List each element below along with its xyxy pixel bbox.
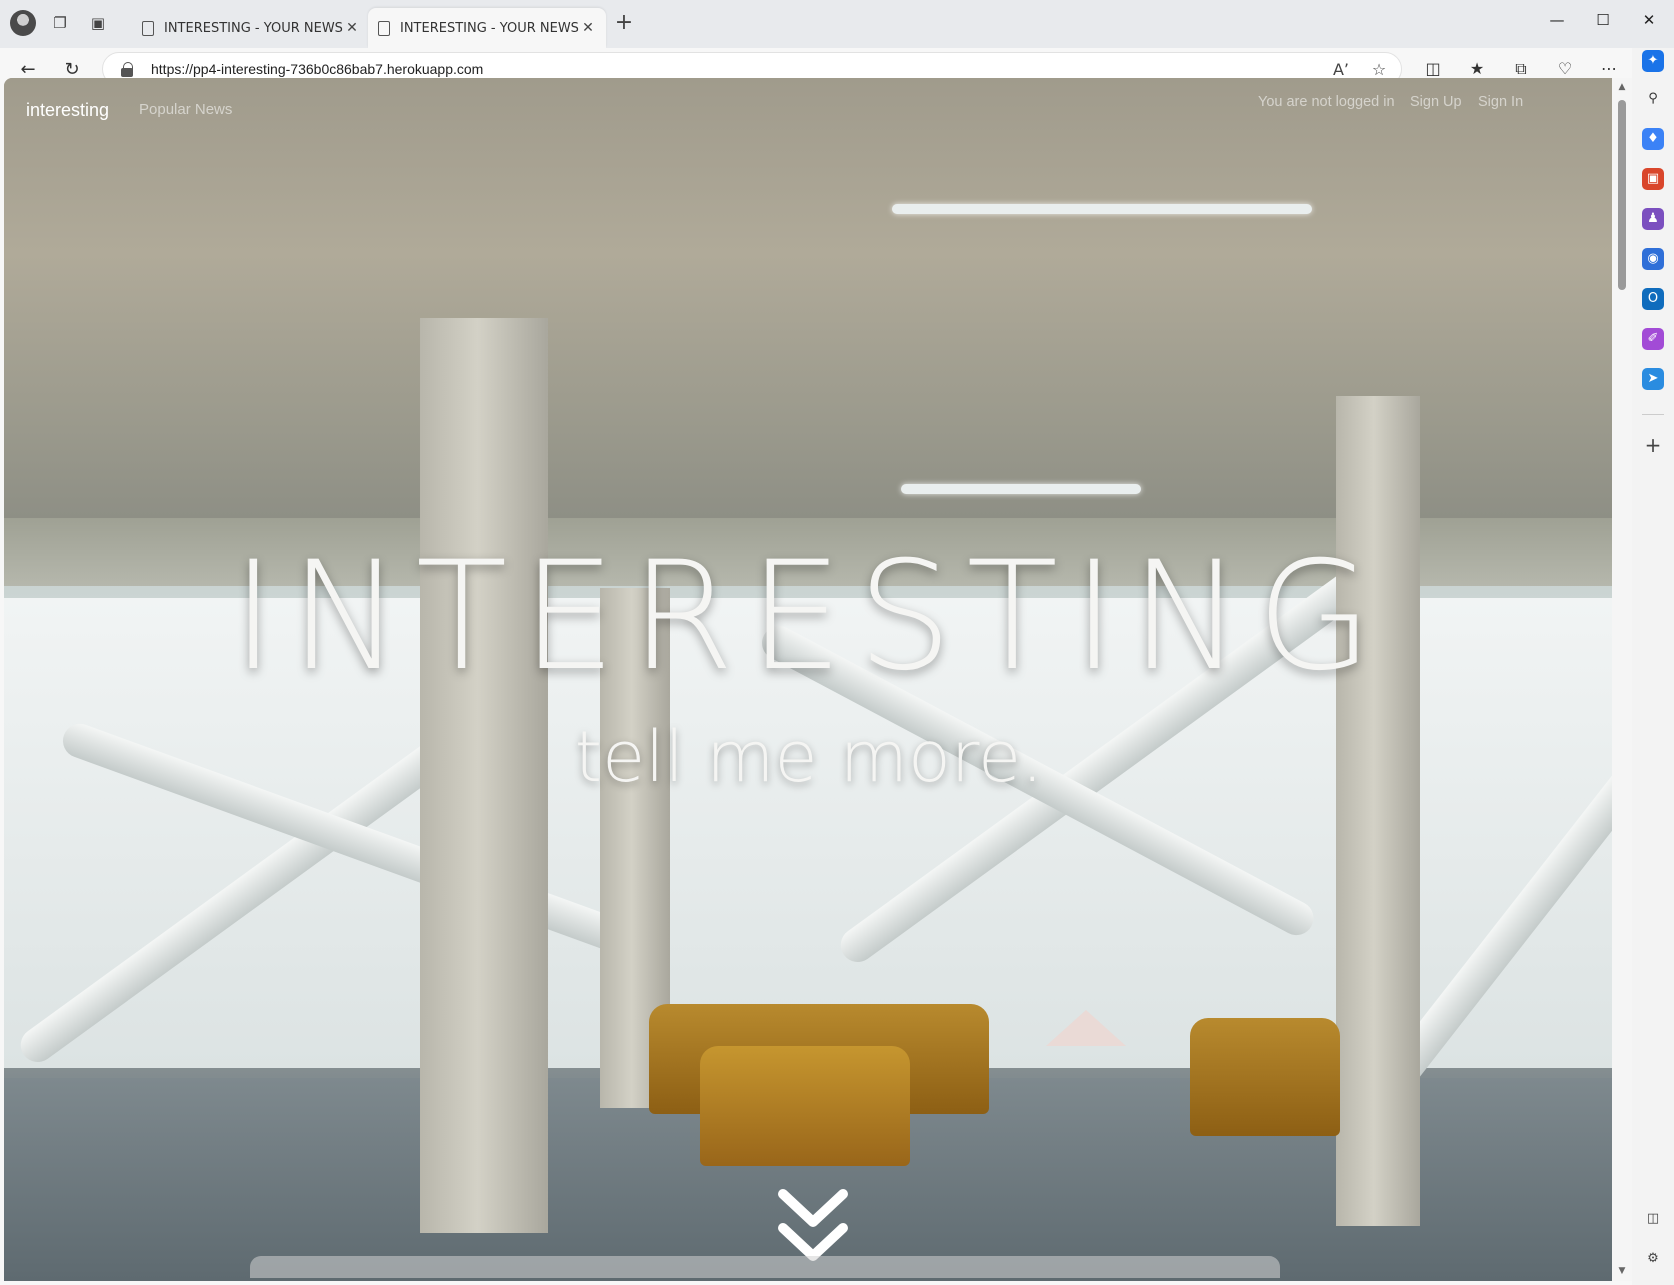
hide-sidebar-icon[interactable]: ◫ (1642, 1208, 1664, 1230)
designer-icon[interactable]: ✐ (1642, 328, 1664, 350)
nav-popular-news[interactable]: Popular News (139, 101, 232, 118)
close-window-button[interactable]: ✕ (1626, 6, 1672, 34)
minimize-button[interactable]: — (1534, 6, 1580, 34)
scrollbar-thumb[interactable] (1618, 100, 1626, 290)
close-icon[interactable]: ✕ (344, 20, 360, 36)
edge-sidebar: ✦ ⚲ ♦ ▣ ♟ ◉ O ✐ ➤ + ◫ ⚙ (1632, 48, 1674, 1285)
site-brand[interactable]: interesting (26, 100, 109, 121)
games-icon[interactable]: ♟ (1642, 208, 1664, 230)
nav-sign-in[interactable]: Sign In (1478, 94, 1523, 110)
browser-window: ❐ ▣ INTERESTING - YOUR NEWS FIX ✕ INTERE… (0, 0, 1674, 1285)
profile-avatar[interactable] (10, 10, 36, 36)
scroll-down-arrow-icon[interactable]: ▼ (1617, 1266, 1627, 1276)
page-icon (378, 20, 390, 36)
nav-sign-up[interactable]: Sign Up (1410, 94, 1462, 110)
tab-title: INTERESTING - YOUR NEWS FIX (400, 20, 580, 36)
tab-actions-icon[interactable]: ▣ (87, 12, 109, 34)
sidebar-divider (1642, 414, 1664, 415)
lock-icon[interactable] (121, 62, 133, 77)
tag-icon[interactable]: ♦ (1642, 128, 1664, 150)
hero-lamp (1046, 1010, 1126, 1046)
hero-light-1 (892, 204, 1312, 214)
login-status: You are not logged in (1258, 94, 1395, 110)
settings-gear-icon[interactable]: ⚙ (1642, 1248, 1664, 1270)
vertical-scrollbar[interactable]: ▲ ▼ (1612, 78, 1632, 1281)
tab-title: INTERESTING - YOUR NEWS FIX (164, 20, 344, 36)
hero-pillar-right (1336, 396, 1420, 1226)
tab-2[interactable]: INTERESTING - YOUR NEWS FIX ✕ (368, 8, 606, 48)
briefcase-icon[interactable]: ▣ (1642, 168, 1664, 190)
hero-subtitle: tell me more. (574, 716, 1044, 798)
url-text[interactable]: https://pp4-interesting-736b0c86bab7.her… (151, 61, 483, 77)
hero-armchair-2 (1190, 1018, 1340, 1136)
workspaces-icon[interactable]: ❐ (49, 12, 71, 34)
web-page: interesting Popular News You are not log… (4, 78, 1614, 1281)
close-icon[interactable]: ✕ (580, 20, 596, 36)
send-icon[interactable]: ➤ (1642, 368, 1664, 390)
add-icon[interactable]: + (1642, 434, 1664, 456)
copilot-icon[interactable]: ✦ (1642, 50, 1664, 72)
hero-armchair-1 (700, 1046, 910, 1166)
hero-light-2 (901, 484, 1141, 494)
hero-title: INTERESTING (231, 530, 1387, 704)
search-icon[interactable]: ⚲ (1642, 88, 1664, 110)
tab-strip: ❐ ▣ INTERESTING - YOUR NEWS FIX ✕ INTERE… (0, 0, 1674, 48)
site-navbar: interesting Popular News You are not log… (4, 78, 1614, 148)
new-tab-button[interactable]: + (612, 12, 636, 36)
office-icon[interactable]: ◉ (1642, 248, 1664, 270)
outlook-icon[interactable]: O (1642, 288, 1664, 310)
scroll-up-arrow-icon[interactable]: ▲ (1617, 82, 1627, 92)
maximize-button[interactable]: ☐ (1580, 6, 1626, 34)
horizontal-scrollbar[interactable] (250, 1256, 1280, 1278)
tab-1[interactable]: INTERESTING - YOUR NEWS FIX ✕ (132, 8, 370, 48)
page-icon (142, 20, 154, 36)
